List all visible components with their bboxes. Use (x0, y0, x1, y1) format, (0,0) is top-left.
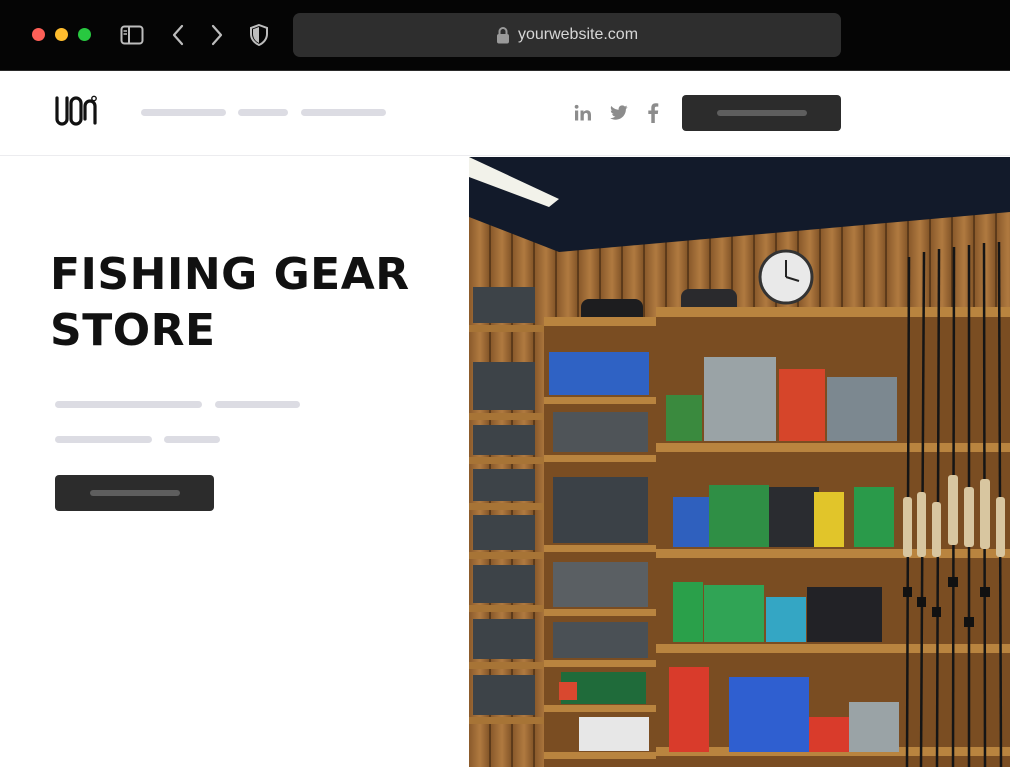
back-arrow-icon[interactable] (165, 22, 191, 48)
facebook-icon[interactable] (642, 102, 664, 124)
header-cta-button[interactable] (682, 95, 841, 131)
close-window-button[interactable] (32, 28, 45, 41)
address-bar[interactable]: yourwebsite.com (293, 13, 841, 57)
linkedin-icon[interactable] (572, 102, 594, 124)
hero-title: FISHING GEAR STORE (50, 247, 450, 359)
hero-text-placeholder-1 (55, 401, 202, 408)
hero-text-placeholder-2 (215, 401, 300, 408)
site-header (0, 71, 1010, 156)
hero-text-placeholder-3 (55, 436, 152, 443)
browser-toolbar: yourwebsite.com (0, 0, 1010, 71)
nav-link-placeholder-1[interactable] (141, 109, 226, 116)
nav-link-placeholder-3[interactable] (301, 109, 386, 116)
url-text: yourwebsite.com (517, 26, 639, 43)
logo-icon[interactable] (54, 95, 98, 129)
hero-title-line-1: FISHING GEAR (50, 249, 410, 300)
hero-text-placeholder-4 (164, 436, 220, 443)
hero-title-line-2: STORE (50, 305, 216, 356)
lock-icon (496, 26, 510, 44)
nav-link-placeholder-2[interactable] (238, 109, 288, 116)
hero-cta-label-placeholder (89, 490, 180, 496)
minimize-window-button[interactable] (55, 28, 68, 41)
fishing-gear-store-shelves-photo (469, 157, 1010, 767)
maximize-window-button[interactable] (78, 28, 91, 41)
shield-icon[interactable] (246, 22, 272, 48)
twitter-icon[interactable] (608, 102, 630, 124)
sidebar-icon[interactable] (119, 22, 145, 48)
forward-arrow-icon[interactable] (204, 22, 230, 48)
header-cta-label-placeholder (716, 110, 807, 116)
hero-cta-button[interactable] (55, 475, 214, 511)
